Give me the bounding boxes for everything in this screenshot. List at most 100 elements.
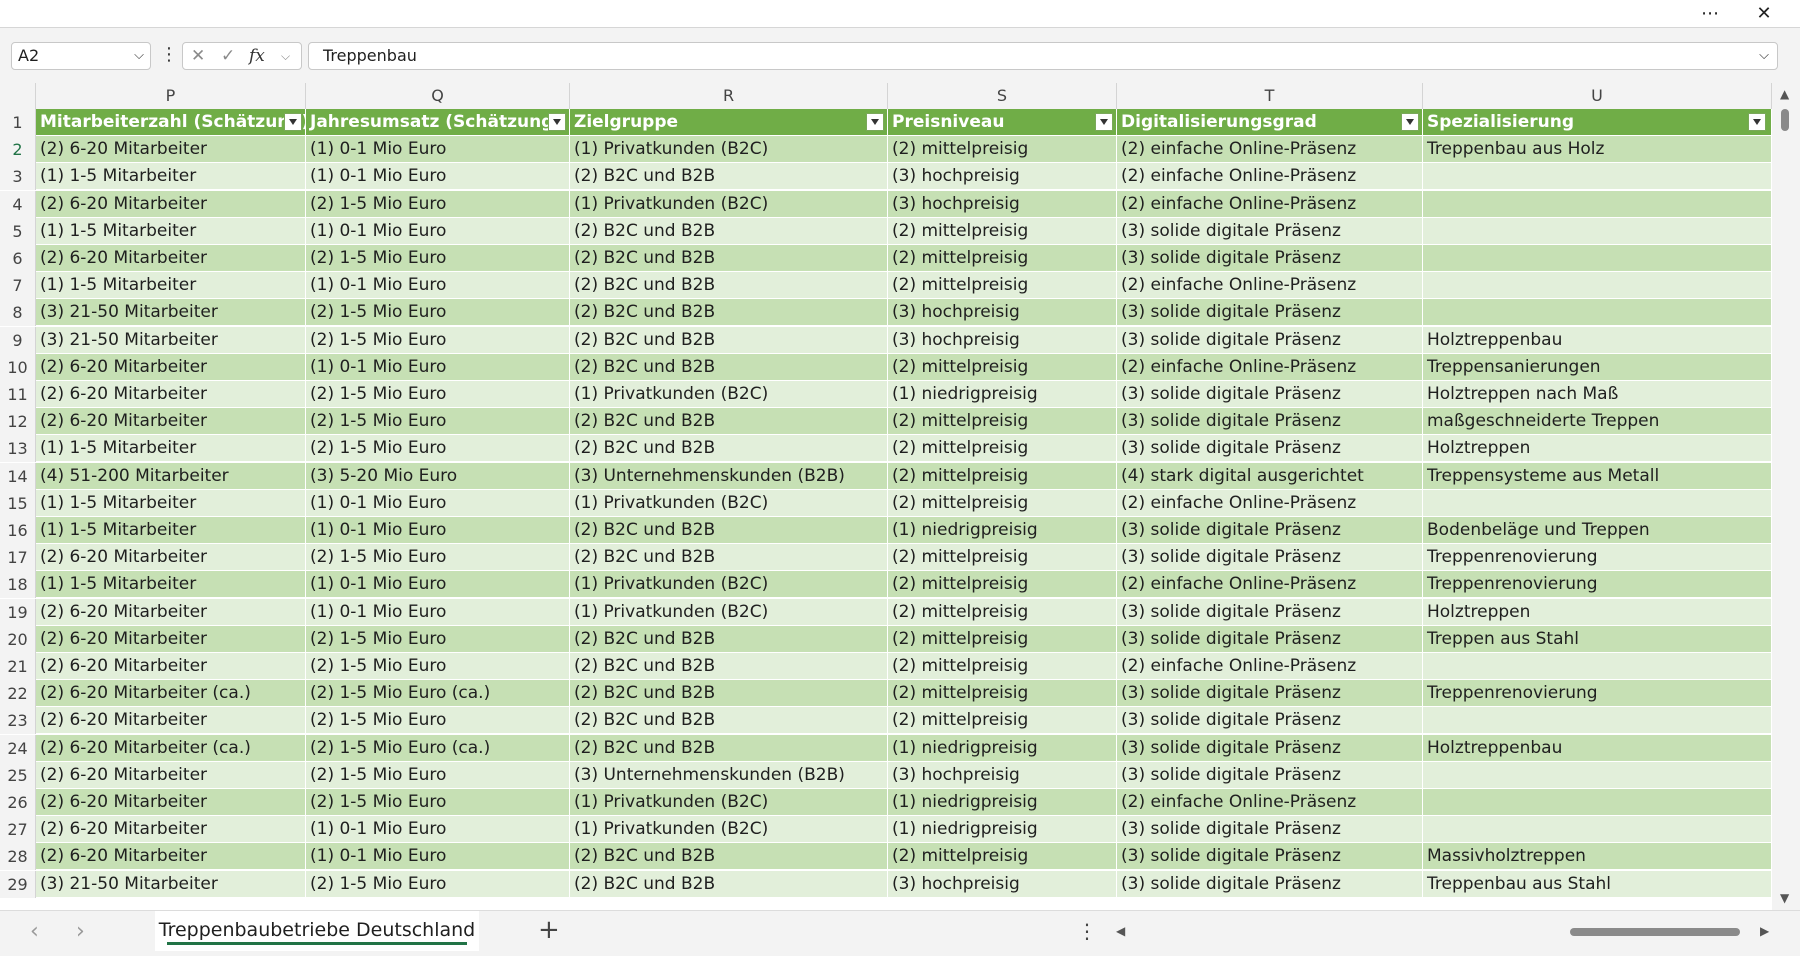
header-cell-u[interactable]: Spezialisierung [1423, 109, 1772, 136]
row-number[interactable]: 8 [0, 299, 36, 327]
cell-p[interactable]: (2) 6-20 Mitarbeiter [36, 544, 306, 572]
row-number[interactable]: 25 [0, 761, 36, 789]
cell-t[interactable]: (3) solide digitale Präsenz [1117, 734, 1423, 762]
cell-t[interactable]: (3) solide digitale Präsenz [1117, 843, 1423, 871]
select-all-corner[interactable] [0, 83, 36, 109]
cell-q[interactable]: (1) 0-1 Mio Euro [306, 598, 570, 626]
cell-u[interactable] [1423, 761, 1772, 789]
cell-s[interactable]: (1) niedrigpreisig [888, 734, 1117, 762]
cell-u[interactable] [1423, 789, 1772, 816]
formula-input[interactable]: Treppenbau ⌵ [308, 42, 1778, 70]
cell-u[interactable] [1423, 299, 1772, 327]
cell-p[interactable]: (1) 1-5 Mitarbeiter [36, 489, 306, 517]
cell-t[interactable]: (3) solide digitale Präsenz [1117, 625, 1423, 653]
cell-p[interactable]: (2) 6-20 Mitarbeiter (ca.) [36, 734, 306, 762]
cell-s[interactable]: (2) mittelpreisig [888, 544, 1117, 572]
cell-s[interactable]: (2) mittelpreisig [888, 489, 1117, 517]
row-number[interactable]: 21 [0, 653, 36, 680]
cell-q[interactable]: (2) 1-5 Mio Euro [306, 435, 570, 463]
cell-p[interactable]: (1) 1-5 Mitarbeiter [36, 435, 306, 463]
cell-u[interactable]: Treppenbau aus Stahl [1423, 870, 1772, 898]
cell-q[interactable]: (1) 0-1 Mio Euro [306, 353, 570, 381]
column-header-t[interactable]: T [1117, 83, 1423, 109]
add-sheet-icon[interactable]: + [538, 915, 560, 945]
cell-q[interactable]: (2) 1-5 Mio Euro (ca.) [306, 680, 570, 708]
cell-p[interactable]: (2) 6-20 Mitarbeiter [36, 136, 306, 164]
header-cell-t[interactable]: Digitalisierungsgrad [1117, 109, 1423, 136]
cell-s[interactable]: (1) niedrigpreisig [888, 517, 1117, 544]
scroll-right-icon[interactable]: ▶ [1760, 924, 1769, 938]
cell-r[interactable]: (1) Privatkunden (B2C) [570, 789, 888, 816]
cell-t[interactable]: (3) solide digitale Präsenz [1117, 408, 1423, 436]
cell-p[interactable]: (2) 6-20 Mitarbeiter [36, 761, 306, 789]
cell-q[interactable]: (2) 1-5 Mio Euro [306, 789, 570, 816]
cell-t[interactable]: (3) solide digitale Präsenz [1117, 598, 1423, 626]
cell-t[interactable]: (3) solide digitale Präsenz [1117, 761, 1423, 789]
cell-s[interactable]: (2) mittelpreisig [888, 435, 1117, 463]
cell-s[interactable]: (1) niedrigpreisig [888, 816, 1117, 844]
cell-q[interactable]: (2) 1-5 Mio Euro [306, 190, 570, 218]
cell-t[interactable]: (2) einfache Online-Präsenz [1117, 353, 1423, 381]
cell-s[interactable]: (2) mittelpreisig [888, 272, 1117, 300]
cell-t[interactable]: (3) solide digitale Präsenz [1117, 517, 1423, 544]
header-cell-p[interactable]: Mitarbeiterzahl (Schätzung) [36, 109, 306, 136]
cell-r[interactable]: (2) B2C und B2B [570, 272, 888, 300]
row-number[interactable]: 27 [0, 816, 36, 844]
cell-t[interactable]: (2) einfache Online-Präsenz [1117, 190, 1423, 218]
cell-p[interactable]: (2) 6-20 Mitarbeiter [36, 245, 306, 272]
cell-s[interactable]: (2) mittelpreisig [888, 408, 1117, 436]
cell-t[interactable]: (2) einfache Online-Präsenz [1117, 489, 1423, 517]
column-header-u[interactable]: U [1423, 83, 1772, 109]
cell-u[interactable] [1423, 217, 1772, 245]
cell-t[interactable]: (2) einfache Online-Präsenz [1117, 136, 1423, 164]
cell-q[interactable]: (2) 1-5 Mio Euro [306, 245, 570, 272]
cell-p[interactable]: (1) 1-5 Mitarbeiter [36, 517, 306, 544]
cell-r[interactable]: (1) Privatkunden (B2C) [570, 598, 888, 626]
cell-q[interactable]: (1) 0-1 Mio Euro [306, 163, 570, 191]
cell-p[interactable]: (2) 6-20 Mitarbeiter [36, 789, 306, 816]
cell-s[interactable]: (2) mittelpreisig [888, 217, 1117, 245]
cell-s[interactable]: (2) mittelpreisig [888, 571, 1117, 599]
row-number[interactable]: 14 [0, 462, 36, 490]
cell-s[interactable]: (1) niedrigpreisig [888, 381, 1117, 408]
row-number[interactable]: 2 [0, 136, 36, 164]
cell-p[interactable]: (3) 21-50 Mitarbeiter [36, 326, 306, 354]
scroll-left-icon[interactable]: ◀ [1116, 924, 1125, 938]
cell-t[interactable]: (3) solide digitale Präsenz [1117, 680, 1423, 708]
cell-t[interactable]: (2) einfache Online-Präsenz [1117, 789, 1423, 816]
cell-t[interactable]: (3) solide digitale Präsenz [1117, 245, 1423, 272]
cell-r[interactable]: (2) B2C und B2B [570, 299, 888, 327]
filter-dropdown-icon[interactable] [866, 113, 884, 131]
cell-p[interactable]: (2) 6-20 Mitarbeiter [36, 353, 306, 381]
spreadsheet-grid[interactable]: P Q R S T U 1 Mitarbeiterzahl (Schätzung… [0, 83, 1772, 910]
horizontal-scroll-thumb[interactable] [1570, 928, 1740, 936]
cell-u[interactable] [1423, 816, 1772, 844]
cell-r[interactable]: (2) B2C und B2B [570, 680, 888, 708]
filter-dropdown-icon[interactable] [1095, 113, 1113, 131]
cell-q[interactable]: (2) 1-5 Mio Euro [306, 381, 570, 408]
cell-t[interactable]: (3) solide digitale Präsenz [1117, 217, 1423, 245]
cell-t[interactable]: (3) solide digitale Präsenz [1117, 870, 1423, 898]
row-number[interactable]: 16 [0, 517, 36, 544]
cell-r[interactable]: (2) B2C und B2B [570, 870, 888, 898]
row-number[interactable]: 9 [0, 326, 36, 354]
cell-r[interactable]: (1) Privatkunden (B2C) [570, 190, 888, 218]
horizontal-scrollbar[interactable]: ◀ ▶ [1100, 921, 1780, 941]
cell-q[interactable]: (1) 0-1 Mio Euro [306, 816, 570, 844]
cell-s[interactable]: (2) mittelpreisig [888, 136, 1117, 164]
cell-p[interactable]: (2) 6-20 Mitarbeiter [36, 843, 306, 871]
cell-r[interactable]: (1) Privatkunden (B2C) [570, 571, 888, 599]
cell-t[interactable]: (3) solide digitale Präsenz [1117, 381, 1423, 408]
cell-r[interactable]: (2) B2C und B2B [570, 517, 888, 544]
cell-u[interactable]: Treppenrenovierung [1423, 571, 1772, 599]
cell-q[interactable]: (2) 1-5 Mio Euro (ca.) [306, 734, 570, 762]
cell-t[interactable]: (2) einfache Online-Präsenz [1117, 571, 1423, 599]
next-sheet-icon[interactable]: › [76, 919, 85, 944]
cell-t[interactable]: (2) einfache Online-Präsenz [1117, 272, 1423, 300]
cell-r[interactable]: (2) B2C und B2B [570, 734, 888, 762]
cell-u[interactable]: Treppensanierungen [1423, 353, 1772, 381]
vertical-scrollbar[interactable]: ▲ ▼ [1772, 83, 1800, 910]
row-number[interactable]: 20 [0, 625, 36, 653]
expand-formula-icon[interactable]: ⌵ [1759, 43, 1769, 69]
cell-s[interactable]: (2) mittelpreisig [888, 462, 1117, 490]
